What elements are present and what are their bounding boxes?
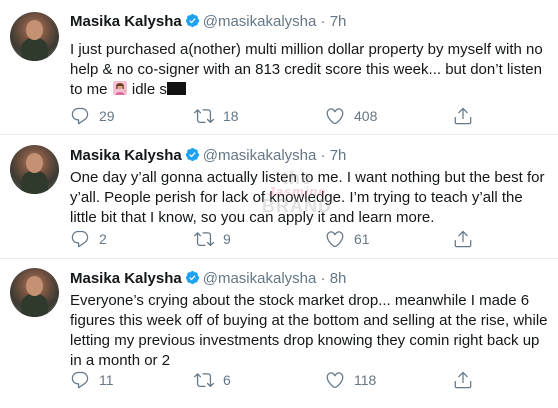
heart-icon	[325, 229, 345, 249]
timestamp[interactable]: 7h	[330, 13, 347, 30]
share-icon	[453, 370, 473, 390]
tweet-actions: 29 18 408	[70, 106, 490, 126]
tweet-text: One day y’all gonna actually listen to m…	[70, 168, 550, 228]
timeline-feed: Masika Kalysha @masikakalysha · 7h I just…	[0, 0, 558, 408]
reply-icon	[70, 229, 90, 249]
verified-badge-icon	[185, 147, 200, 162]
retweet-button[interactable]: 9	[194, 229, 231, 249]
share-button[interactable]	[453, 370, 482, 390]
reply-icon	[70, 106, 90, 126]
retweet-icon	[194, 229, 214, 249]
username[interactable]: @masikakalysha	[203, 270, 317, 287]
reply-count: 2	[99, 231, 107, 247]
censor-block	[166, 82, 186, 95]
tweet-text-main: Everyone’s crying about the stock market…	[70, 292, 548, 369]
tweet-text: I just purchased a(nother) multi million…	[70, 40, 550, 100]
tweet-header: Masika Kalysha @masikakalysha · 7h	[70, 147, 346, 164]
display-name[interactable]: Masika Kalysha	[70, 270, 182, 287]
tweet-header: Masika Kalysha @masikakalysha · 7h	[70, 13, 346, 30]
verified-badge-icon	[185, 270, 200, 285]
display-name[interactable]: Masika Kalysha	[70, 147, 182, 164]
retweet-icon	[194, 106, 214, 126]
avatar[interactable]	[10, 145, 59, 194]
reply-count: 11	[99, 372, 114, 388]
tweet-text: Everyone’s crying about the stock market…	[70, 291, 550, 371]
share-icon	[453, 106, 473, 126]
tweet[interactable]: Masika Kalysha @masikakalysha · 8h Everyo…	[0, 259, 558, 408]
tweet[interactable]: Masika Kalysha @masikakalysha · 7h One da…	[0, 135, 558, 259]
tweet-text-tail: idle s	[131, 81, 167, 98]
username[interactable]: @masikakalysha	[203, 147, 317, 164]
retweet-button[interactable]: 6	[194, 370, 231, 390]
like-count: 118	[354, 372, 377, 388]
avatar[interactable]	[10, 12, 59, 61]
timestamp[interactable]: 8h	[330, 270, 347, 287]
avatar[interactable]	[10, 268, 59, 317]
username[interactable]: @masikakalysha	[203, 13, 317, 30]
separator-dot: ·	[320, 13, 326, 30]
tweet-text-main: One day y’all gonna actually listen to m…	[70, 169, 545, 226]
like-button[interactable]: 118	[325, 370, 376, 390]
tweet-actions: 11 6 118	[70, 370, 490, 390]
retweet-count: 18	[223, 108, 239, 124]
heart-icon	[325, 370, 345, 390]
timestamp[interactable]: 7h	[330, 147, 347, 164]
reply-icon	[70, 370, 90, 390]
like-count: 61	[354, 231, 370, 247]
retweet-button[interactable]: 18	[194, 106, 239, 126]
woman-tipping-hand-emoji-icon	[112, 80, 128, 96]
retweet-count: 9	[223, 231, 231, 247]
share-icon	[453, 229, 473, 249]
tweet-actions: 2 9 61	[70, 229, 490, 249]
verified-badge-icon	[185, 13, 200, 28]
reply-count: 29	[99, 108, 115, 124]
tweet-header: Masika Kalysha @masikakalysha · 8h	[70, 270, 346, 287]
like-count: 408	[354, 108, 378, 124]
share-button[interactable]	[453, 106, 482, 126]
share-button[interactable]	[453, 229, 482, 249]
like-button[interactable]: 408	[325, 106, 377, 126]
like-button[interactable]: 61	[325, 229, 370, 249]
retweet-icon	[194, 370, 214, 390]
heart-icon	[325, 106, 345, 126]
display-name[interactable]: Masika Kalysha	[70, 13, 182, 30]
retweet-count: 6	[223, 372, 231, 388]
reply-button[interactable]: 11	[70, 370, 114, 390]
separator-dot: ·	[320, 270, 326, 287]
reply-button[interactable]: 2	[70, 229, 107, 249]
separator-dot: ·	[320, 147, 326, 164]
reply-button[interactable]: 29	[70, 106, 115, 126]
tweet[interactable]: Masika Kalysha @masikakalysha · 7h I just…	[0, 0, 558, 135]
